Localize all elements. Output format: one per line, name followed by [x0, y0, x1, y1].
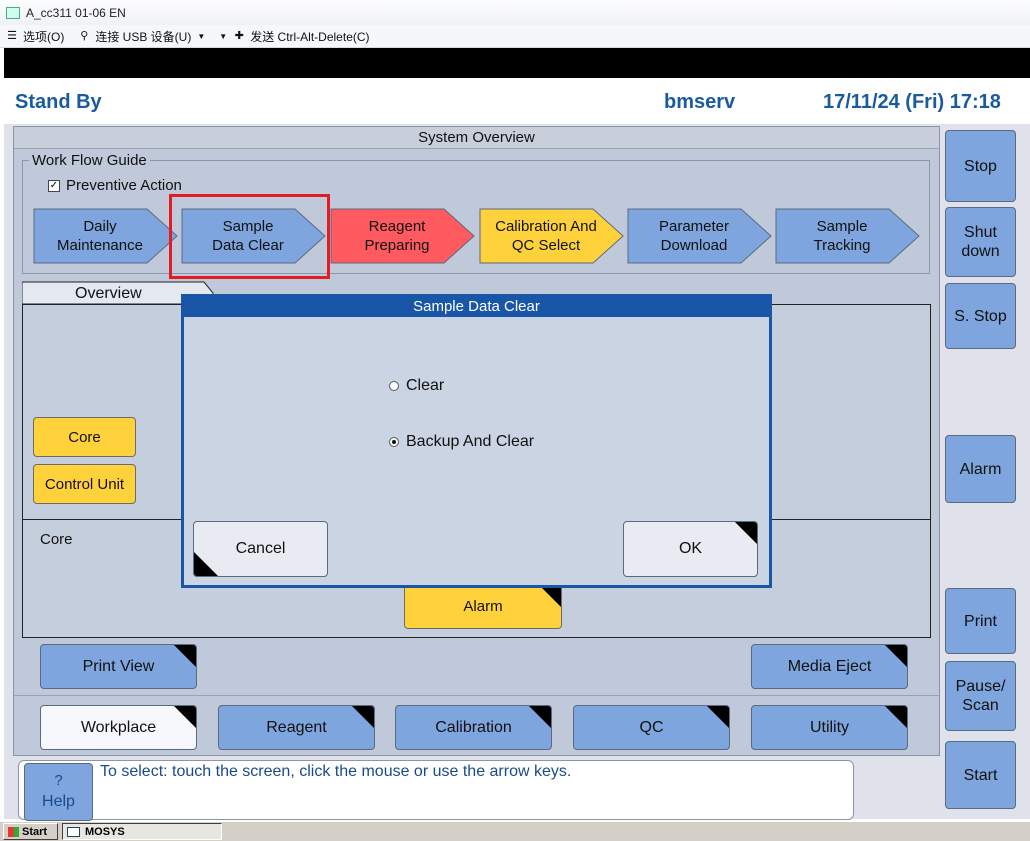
stop-button[interactable]: Stop [945, 130, 1016, 202]
radio-backup-and-clear-label[interactable]: Backup And Clear [406, 433, 534, 451]
tab-reagent[interactable]: Reagent [218, 705, 375, 750]
wf-step-sample-tracking[interactable]: Sample Tracking [775, 208, 920, 264]
tab-utility[interactable]: Utility [751, 705, 908, 750]
stop-label: Stop [964, 157, 997, 175]
preventive-action-label: Preventive Action [66, 177, 182, 194]
wf-step-reagent-preparing[interactable]: Reagent Preparing [330, 208, 475, 264]
user-name: bmserv [664, 91, 736, 113]
menu-options-label: 选项(O) [23, 29, 65, 44]
usb-icon: ⚲ [80, 30, 89, 42]
menubar: ☰ 选项(O) ⚲ 连接 USB 设备(U) ▼ ▼ ✚ 发送 Ctrl-Alt… [0, 25, 1030, 48]
datetime: 17/11/24 (Fri) 17:18 [823, 91, 1001, 113]
workflow-guide-label: Work Flow Guide [29, 152, 150, 169]
core-alarm-button[interactable]: Alarm [404, 584, 562, 629]
taskbar-start-button[interactable]: Start [3, 823, 58, 840]
media-eject-button[interactable]: Media Eject [751, 644, 908, 689]
keyboard-icon: ✚ [234, 30, 244, 42]
wf-step-daily-maintenance[interactable]: Daily Maintenance [33, 208, 178, 264]
radio-clear-label[interactable]: Clear [406, 377, 444, 395]
tab-workplace-label: Workplace [80, 718, 157, 736]
highlight-annotation [169, 194, 330, 279]
start-label: Start [963, 766, 998, 784]
wf-step-label: Reagent Preparing [364, 218, 430, 254]
print-view-label: Print View [82, 657, 155, 675]
tab-calibration-label: Calibration [435, 718, 512, 736]
menu-usb[interactable]: ⚲ 连接 USB 设备(U) ▼ [78, 28, 205, 45]
s-stop-button[interactable]: S. Stop [945, 283, 1016, 349]
system-overview-title: System Overview [14, 127, 939, 149]
shutdown-label: Shut down [961, 224, 1000, 260]
tab-qc-label: QC [639, 718, 664, 736]
tab-workplace[interactable]: Workplace [40, 705, 197, 750]
cancel-label: Cancel [235, 540, 286, 557]
menu-usb-label: 连接 USB 设备(U) [95, 29, 192, 44]
tab-overview-label: Overview [75, 285, 142, 302]
divider [14, 695, 939, 696]
black-bar [4, 48, 1030, 78]
ok-button[interactable]: OK [623, 521, 758, 577]
wf-step-label: Calibration And QC Select [495, 218, 597, 254]
core-alarm-label: Alarm [463, 598, 503, 615]
wf-step-label: Daily Maintenance [57, 218, 143, 254]
alarm-label: Alarm [959, 460, 1002, 478]
print-button[interactable]: Print [945, 588, 1016, 654]
help-message: To select: touch the screen, click the m… [100, 763, 572, 780]
app-icon [6, 6, 20, 19]
status-text: Stand By [15, 91, 102, 113]
ok-label: OK [678, 540, 703, 557]
start-button[interactable]: Start [945, 741, 1016, 809]
radio-backup-and-clear[interactable] [389, 437, 399, 447]
wf-step-parameter-download[interactable]: Parameter Download [627, 208, 772, 264]
screen: A_cc311 01-06 EN ☰ 选项(O) ⚲ 连接 USB 设备(U) … [0, 0, 1030, 841]
print-label: Print [964, 612, 997, 630]
caret-down-icon: ▼ [219, 31, 228, 41]
window-titlebar: A_cc311 01-06 EN [0, 0, 1030, 25]
caret-down-icon: ▼ [197, 31, 206, 41]
pause-scan-button[interactable]: Pause/Scan [945, 661, 1016, 731]
radio-clear[interactable] [389, 381, 399, 391]
alarm-button[interactable]: Alarm [945, 435, 1016, 503]
tab-reagent-label: Reagent [266, 718, 327, 736]
help-button[interactable]: ? Help [24, 763, 93, 821]
windows-logo-icon [8, 826, 19, 837]
help-label: Help [42, 793, 75, 810]
core-section-label: Core [40, 531, 73, 548]
print-view-button[interactable]: Print View [40, 644, 197, 689]
preventive-action-checkbox[interactable]: ✓ [48, 180, 60, 192]
window-icon [67, 826, 80, 837]
tab-calibration[interactable]: Calibration [395, 705, 552, 750]
pause-scan-label: Pause/Scan [955, 678, 1006, 714]
s-stop-label: S. Stop [954, 307, 1007, 325]
wf-step-calibration-qc[interactable]: Calibration And QC Select [479, 208, 624, 264]
media-eject-label: Media Eject [787, 657, 872, 675]
wf-step-label: Parameter Download [658, 218, 730, 254]
hamburger-icon: ☰ [7, 30, 17, 42]
taskbar-start-label: Start [22, 825, 48, 838]
control-unit-button[interactable]: Control Unit [33, 464, 136, 504]
menu-options[interactable]: ☰ 选项(O) [6, 28, 64, 45]
taskbar-item-label: MOSYS [85, 825, 125, 838]
question-icon: ? [54, 772, 63, 789]
cancel-button[interactable]: Cancel [193, 521, 328, 577]
window-title: A_cc311 01-06 EN [26, 5, 126, 20]
dialog-title: Sample Data Clear [184, 297, 769, 317]
tab-utility-label: Utility [809, 718, 850, 736]
taskbar-item-mosys[interactable]: MOSYS [62, 823, 222, 840]
menu-ctrl-alt-del-label: 发送 Ctrl-Alt-Delete(C) [250, 29, 370, 44]
menu-ctrl-alt-del[interactable]: ▼ ✚ 发送 Ctrl-Alt-Delete(C) [219, 28, 369, 45]
tab-qc[interactable]: QC [573, 705, 730, 750]
wf-step-label: Sample Tracking [813, 218, 871, 254]
core-button[interactable]: Core [33, 417, 136, 457]
shutdown-button[interactable]: Shut down [945, 207, 1016, 277]
